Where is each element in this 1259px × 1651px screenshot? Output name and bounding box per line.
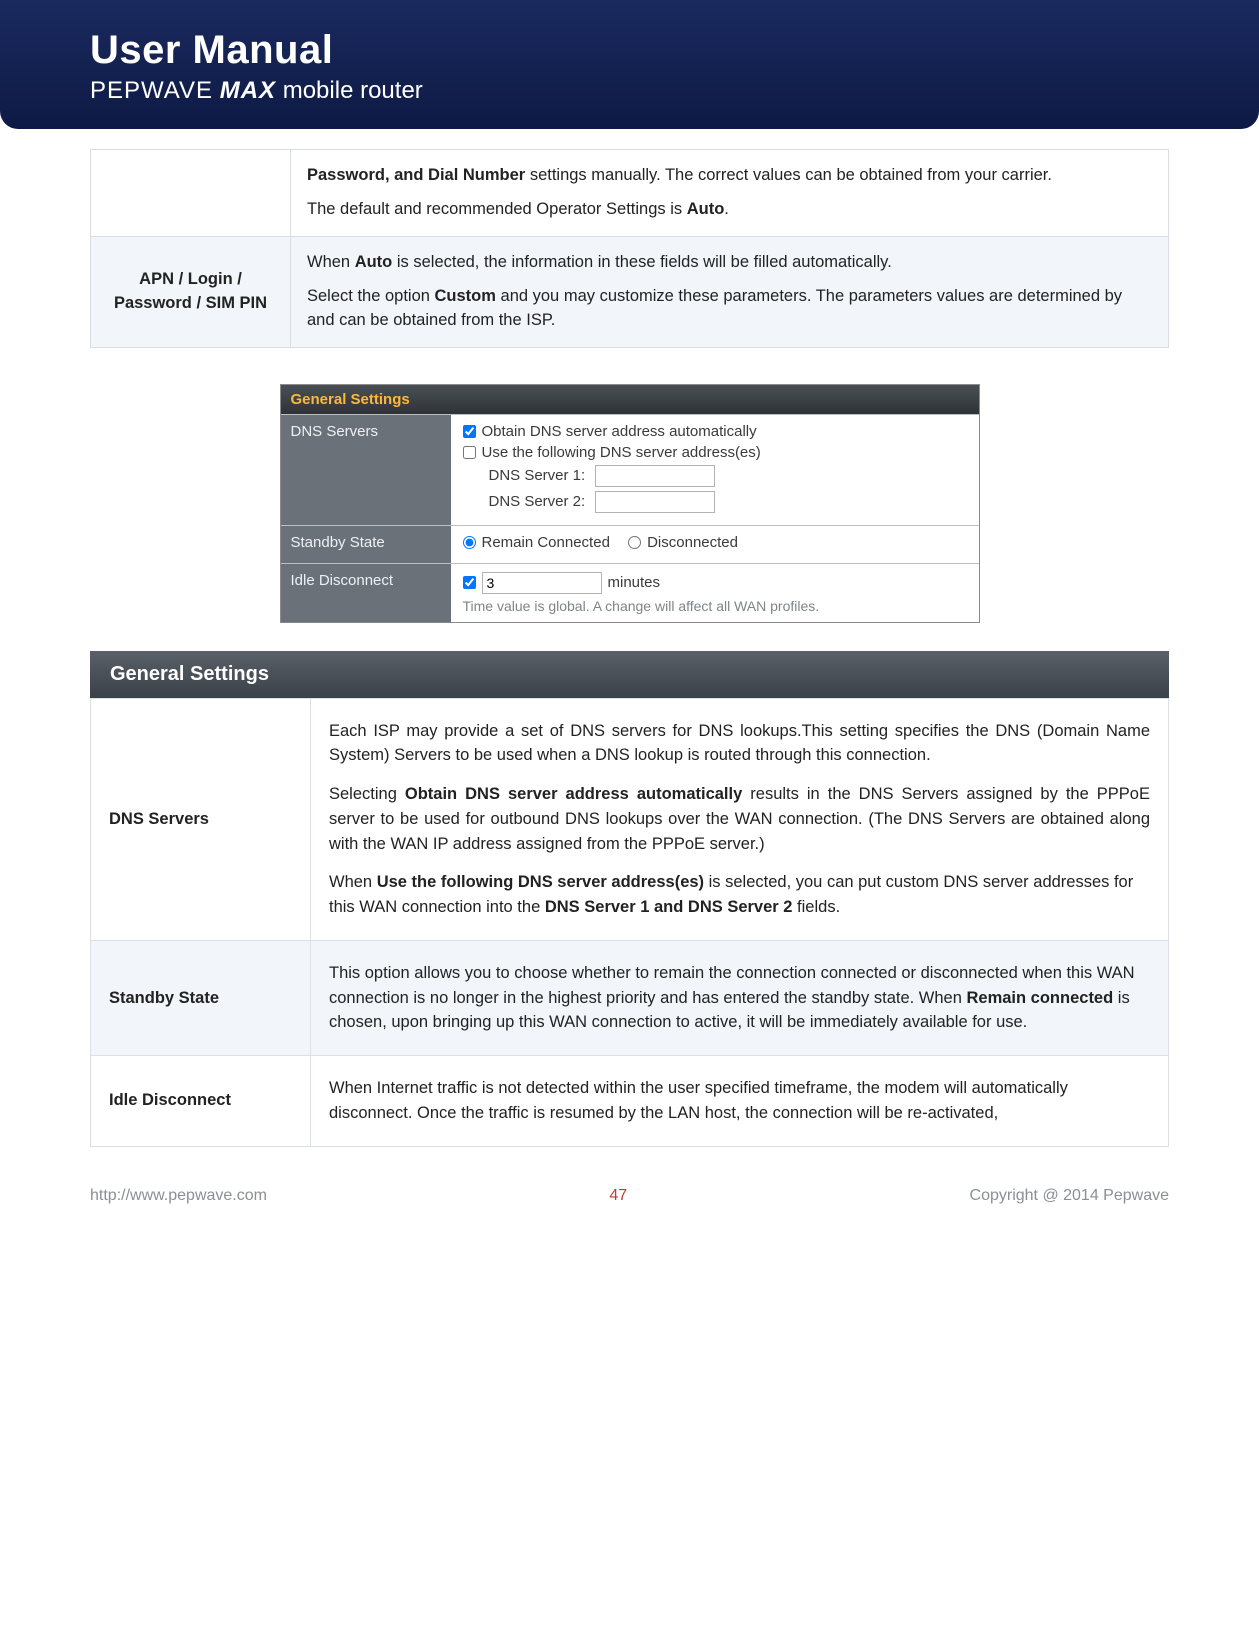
- idle-unit: minutes: [608, 574, 661, 591]
- row-label: Standby State: [281, 526, 451, 563]
- checkbox-label: Obtain DNS server address automatically: [482, 423, 757, 440]
- text: Select the option Custom and you may cus…: [307, 285, 1152, 333]
- bold-text: Password, and Dial Number: [307, 166, 525, 184]
- text: Selecting Obtain DNS server address auto…: [329, 782, 1150, 856]
- cell-desc: When Auto is selected, the information i…: [291, 236, 1169, 347]
- bold-text: Custom: [435, 287, 496, 305]
- page-header: User Manual PEPWAVE MAX mobile router: [0, 0, 1259, 129]
- dns-manual-option: Use the following DNS server address(es): [463, 444, 967, 461]
- field-label: DNS Server 1:: [489, 467, 586, 484]
- standby-disconnected-option: Disconnected: [628, 534, 738, 551]
- user-manual-title: User Manual: [90, 28, 1169, 73]
- row-dns-servers: DNS Servers Obtain DNS server address au…: [281, 414, 979, 525]
- dns-auto-checkbox[interactable]: [463, 425, 476, 438]
- cell-label-empty: [91, 150, 291, 237]
- idle-hint: Time value is global. A change will affe…: [463, 598, 967, 614]
- bold-text: Auto: [687, 200, 725, 218]
- text: Each ISP may provide a set of DNS server…: [329, 719, 1150, 769]
- cell-label: APN / Login / Password / SIM PIN: [91, 236, 291, 347]
- dns-server-1-line: DNS Server 1:: [489, 465, 967, 487]
- brand-mobile-router: mobile router: [283, 77, 423, 104]
- text: .: [724, 200, 729, 218]
- text: The default and recommended Operator Set…: [307, 200, 687, 218]
- cell-desc: Password, and Dial Number settings manua…: [291, 150, 1169, 237]
- bold-text: Remain connected: [966, 989, 1113, 1007]
- cell-desc: This option allows you to choose whether…: [311, 940, 1169, 1055]
- operator-settings-table: Password, and Dial Number settings manua…: [90, 149, 1169, 348]
- table-row: Idle Disconnect When Internet traffic is…: [91, 1056, 1169, 1147]
- row-value: Obtain DNS server address automatically …: [451, 415, 979, 525]
- page-content: Password, and Dial Number settings manua…: [0, 129, 1259, 1147]
- text: When Use the following DNS server addres…: [329, 870, 1150, 920]
- brand-max: MAX: [220, 77, 276, 104]
- page-number: 47: [609, 1187, 627, 1205]
- table-row: DNS Servers Each ISP may provide a set o…: [91, 698, 1169, 940]
- product-subtitle: PEPWAVE MAX mobile router: [90, 77, 1169, 105]
- text: fields.: [792, 898, 840, 916]
- text: is selected, the information in these fi…: [392, 253, 892, 271]
- row-label: Idle Disconnect: [281, 564, 451, 622]
- dns-server-1-input[interactable]: [595, 465, 715, 487]
- text: This option allows you to choose whether…: [329, 961, 1150, 1035]
- bold-text: Use the following DNS server address(es): [377, 873, 704, 891]
- general-settings-desc-table: DNS Servers Each ISP may provide a set o…: [90, 698, 1169, 1147]
- standby-remain-radio[interactable]: [463, 536, 476, 549]
- radio-label: Disconnected: [647, 534, 738, 551]
- text: Selecting: [329, 785, 405, 803]
- text: settings manually. The correct values ca…: [525, 166, 1052, 184]
- row-value: Remain Connected Disconnected: [451, 526, 979, 563]
- text: Select the option: [307, 287, 435, 305]
- dns-manual-checkbox[interactable]: [463, 446, 476, 459]
- cell-label: DNS Servers: [91, 698, 311, 940]
- brand-pepwave: PEPWAVE: [90, 77, 213, 104]
- footer-url: http://www.pepwave.com: [90, 1187, 267, 1205]
- checkbox-label: Use the following DNS server address(es): [482, 444, 761, 461]
- row-value: minutes Time value is global. A change w…: [451, 564, 979, 622]
- idle-line: minutes: [463, 572, 967, 594]
- text: When: [329, 873, 377, 891]
- cell-desc: Each ISP may provide a set of DNS server…: [311, 698, 1169, 940]
- dns-auto-option: Obtain DNS server address automatically: [463, 423, 967, 440]
- table-row: APN / Login / Password / SIM PIN When Au…: [91, 236, 1169, 347]
- cell-label: Idle Disconnect: [91, 1056, 311, 1147]
- cell-desc: When Internet traffic is not detected wi…: [311, 1056, 1169, 1147]
- bold-text: DNS Server 1 and DNS Server 2: [545, 898, 793, 916]
- row-standby-state: Standby State Remain Connected Disconnec…: [281, 525, 979, 563]
- dns-server-2-line: DNS Server 2:: [489, 491, 967, 513]
- text: Password, and Dial Number settings manua…: [307, 164, 1152, 188]
- standby-remain-option: Remain Connected: [463, 534, 610, 551]
- panel-title: General Settings: [281, 385, 979, 414]
- row-label: DNS Servers: [281, 415, 451, 525]
- cell-label: Standby State: [91, 940, 311, 1055]
- standby-disconnected-radio[interactable]: [628, 536, 641, 549]
- dns-server-2-input[interactable]: [595, 491, 715, 513]
- bold-text: Obtain DNS server address automatically: [405, 785, 742, 803]
- footer-copyright: Copyright @ 2014 Pepwave: [970, 1187, 1169, 1205]
- table-row: Password, and Dial Number settings manua…: [91, 150, 1169, 237]
- text: When Auto is selected, the information i…: [307, 251, 1152, 275]
- text: The default and recommended Operator Set…: [307, 198, 1152, 222]
- general-settings-panel: General Settings DNS Servers Obtain DNS …: [280, 384, 980, 623]
- bold-text: Auto: [355, 253, 393, 271]
- radio-label: Remain Connected: [482, 534, 610, 551]
- row-idle-disconnect: Idle Disconnect minutes Time value is gl…: [281, 563, 979, 622]
- page-footer: http://www.pepwave.com 47 Copyright @ 20…: [0, 1147, 1259, 1215]
- field-label: DNS Server 2:: [489, 493, 586, 510]
- table-row: Standby State This option allows you to …: [91, 940, 1169, 1055]
- text: When: [307, 253, 355, 271]
- section-title: General Settings: [90, 651, 1169, 698]
- idle-minutes-input[interactable]: [482, 572, 602, 594]
- idle-enable-checkbox[interactable]: [463, 576, 476, 589]
- text: When Internet traffic is not detected wi…: [329, 1076, 1150, 1126]
